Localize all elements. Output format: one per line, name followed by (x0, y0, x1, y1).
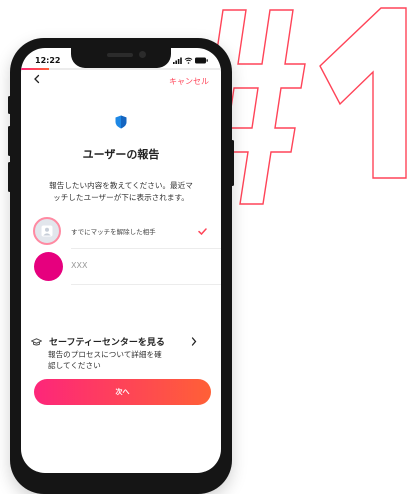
avatar (34, 252, 63, 281)
signal-icon (173, 57, 182, 64)
status-icons (173, 57, 208, 64)
chevron-right-icon[interactable] (191, 337, 197, 346)
shield-icon (115, 115, 127, 129)
avatar (33, 217, 61, 245)
battery-icon (195, 57, 208, 64)
phone-power-button (231, 140, 234, 186)
wifi-icon (184, 57, 193, 64)
row-divider (71, 284, 221, 285)
user-option-label: XXX (71, 261, 88, 270)
report-description: 報告したい内容を教えてください。最近マ ッチしたユーザーが下に表示されます。 (31, 180, 211, 204)
next-button[interactable]: 次へ (34, 379, 211, 405)
safety-center-link[interactable]: セーフティーセンターを見る (49, 335, 165, 348)
phone-notch (71, 48, 171, 68)
speaker-grille (107, 53, 133, 57)
status-time: 12:22 (35, 56, 61, 65)
safety-desc-line-1: 報告のプロセスについて詳細を確 (48, 350, 162, 359)
phone-silent-switch (8, 96, 11, 114)
safety-desc-line-2: 認してください (48, 361, 101, 370)
check-icon (198, 228, 207, 235)
progress-bar (21, 68, 221, 70)
user-placeholder-icon (41, 225, 53, 237)
page-title: ユーザーの報告 (82, 148, 160, 161)
front-camera (139, 51, 146, 58)
user-option-unmatched[interactable]: すでにマッチを解除した相手 (21, 215, 221, 249)
user-option-xxx[interactable]: XXX (21, 249, 221, 285)
phone-screen: 12:22 キャンセル ユーザーの報告 報告したい内容を教えてください。最近マ … (21, 48, 221, 473)
description-line-2: ッチしたユーザーが下に表示されます。 (53, 193, 189, 202)
graduation-cap-icon (31, 338, 42, 346)
progress-fill (21, 68, 49, 70)
phone-volume-down-button (8, 162, 11, 192)
chevron-left-icon[interactable] (32, 74, 42, 84)
one-symbol (319, 7, 407, 179)
description-line-1: 報告したい内容を教えてください。最近マ (49, 181, 193, 190)
safety-center-description: 報告のプロセスについて詳細を確 認してください (48, 349, 190, 371)
user-option-label: すでにマッチを解除した相手 (71, 228, 156, 236)
cancel-button[interactable]: キャンセル (169, 76, 209, 87)
phone-volume-up-button (8, 126, 11, 156)
